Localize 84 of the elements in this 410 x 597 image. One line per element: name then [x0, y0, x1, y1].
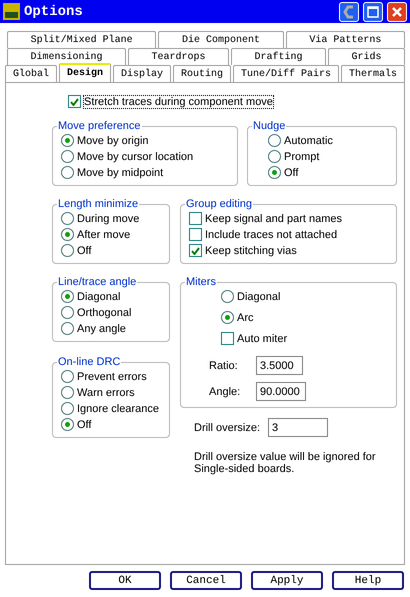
option-label: Ignore clearance: [77, 402, 159, 414]
radio-button[interactable]: [268, 150, 281, 163]
tab[interactable]: Display: [113, 65, 171, 82]
tab[interactable]: Split/Mixed Plane: [7, 31, 156, 48]
option-label: Diagonal: [237, 290, 280, 302]
radio-button[interactable]: [61, 166, 74, 179]
dialog-button[interactable]: Apply: [251, 571, 323, 590]
option-label: Move by cursor location: [77, 150, 194, 162]
radio-button[interactable]: [268, 134, 281, 147]
checkbox[interactable]: [189, 244, 202, 257]
group-title: Group editing: [185, 198, 254, 210]
help-button[interactable]: [339, 2, 359, 22]
option-label: Prompt: [284, 150, 320, 162]
option-label: Orthogonal: [77, 306, 132, 318]
tab[interactable]: Thermals: [341, 65, 405, 82]
maximize-icon: [367, 6, 379, 18]
radio-button[interactable]: [61, 402, 74, 415]
radio-button[interactable]: [61, 150, 74, 163]
option-label: Automatic: [284, 134, 333, 146]
radio-button[interactable]: [61, 306, 74, 319]
radio-button[interactable]: [221, 311, 234, 324]
input-field[interactable]: 3.5000: [256, 356, 303, 375]
option-label: During move: [77, 212, 140, 224]
radio-button[interactable]: [268, 166, 281, 179]
tab[interactable]: Grids: [328, 48, 405, 65]
option-label: Keep stitching vias: [205, 244, 297, 256]
field-label: Angle:: [209, 386, 242, 398]
dialog-button[interactable]: Help: [332, 571, 404, 590]
option-label: Off: [284, 166, 298, 178]
tab[interactable]: Drafting: [231, 48, 326, 65]
radio-button[interactable]: [61, 134, 74, 147]
app-icon: [3, 3, 20, 20]
window-title: Options: [24, 4, 84, 20]
input-field[interactable]: 3: [268, 418, 328, 437]
tab[interactable]: Die Component: [158, 31, 284, 48]
option-label: Arc: [237, 312, 254, 324]
tab[interactable]: Design: [59, 63, 111, 82]
option-label: Off: [77, 244, 92, 256]
group-title: Move preference: [57, 120, 142, 132]
option-label: Move by origin: [77, 134, 149, 146]
option-label: Stretch traces during component move: [84, 96, 273, 108]
checkbox[interactable]: [221, 332, 234, 345]
option-label: Any angle: [77, 322, 126, 334]
checkbox[interactable]: [189, 228, 202, 241]
radio-button[interactable]: [61, 228, 74, 241]
close-icon: [391, 6, 403, 18]
note-text: Drill oversize value will be ignored for Single-sided boards.: [194, 451, 377, 475]
option-label: Prevent errors: [77, 370, 147, 382]
option-label: Move by midpoint: [77, 166, 164, 178]
radio-button[interactable]: [61, 212, 74, 225]
option-label: Keep signal and part names: [205, 212, 342, 224]
tab[interactable]: Dimensioning: [7, 48, 126, 65]
tab[interactable]: Global: [5, 65, 57, 82]
maximize-button[interactable]: [363, 2, 383, 22]
field-label: Drill oversize:: [194, 422, 262, 434]
radio-button[interactable]: [61, 244, 74, 257]
radio-button[interactable]: [61, 370, 74, 383]
option-label: Off: [77, 418, 92, 430]
radio-button[interactable]: [61, 386, 74, 399]
input-field[interactable]: 90.0000: [256, 382, 306, 401]
group-title: On-line DRC: [57, 356, 122, 368]
option-label: Diagonal: [77, 290, 120, 302]
tab[interactable]: Via Patterns: [286, 31, 405, 48]
tab[interactable]: Teardrops: [128, 48, 229, 65]
radio-button[interactable]: [61, 322, 74, 335]
group-title: Nudge: [252, 120, 286, 132]
option-label: Warn errors: [77, 386, 135, 398]
option-label: Include traces not attached: [205, 228, 338, 240]
dialog-button[interactable]: OK: [89, 571, 161, 590]
tab[interactable]: Routing: [173, 65, 231, 82]
close-button[interactable]: [387, 2, 407, 22]
group-title: Miters: [185, 276, 217, 288]
radio-button[interactable]: [61, 290, 74, 303]
radio-button[interactable]: [61, 418, 74, 431]
tab[interactable]: Tune/Diff Pairs: [233, 65, 339, 82]
group-title: Line/trace angle: [57, 276, 138, 288]
checkbox[interactable]: [68, 95, 81, 108]
option-label: Auto miter: [237, 332, 288, 344]
radio-button[interactable]: [221, 290, 234, 303]
group-title: Length minimize: [57, 198, 140, 210]
checkbox[interactable]: [189, 212, 202, 225]
dialog-button[interactable]: Cancel: [170, 571, 242, 590]
option-label: After move: [77, 228, 130, 240]
field-label: Ratio:: [209, 360, 239, 372]
